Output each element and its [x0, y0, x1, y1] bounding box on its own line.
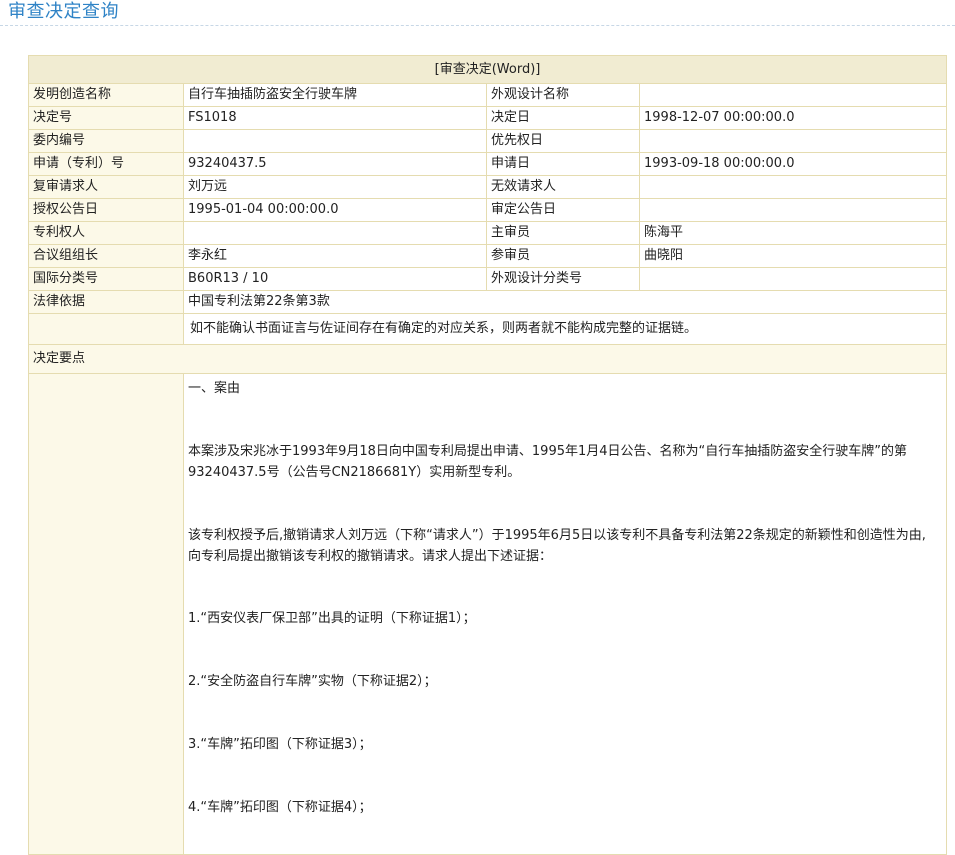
summary-row: 如不能确认书面证言与佐证间存在有确定的对应关系，则两者就不能构成完整的证据链。: [28, 313, 948, 345]
patentee-value: [183, 221, 487, 245]
internal-number-value: [183, 129, 487, 153]
chief-examiner-label: 主审员: [486, 221, 640, 245]
chief-examiner-value: 陈海平: [638, 221, 948, 245]
application-date-label: 申请日: [486, 152, 640, 176]
table-row: 决定号 FS1018 决定日 1998-12-07 00:00:00.0: [28, 106, 948, 130]
invalidation-requester-label: 无效请求人: [486, 175, 640, 199]
table-row: 发明创造名称 自行车抽插防盗安全行驶车牌 外观设计名称: [28, 83, 948, 107]
participating-examiner-label: 参审员: [486, 244, 640, 268]
grant-announcement-date-label: 授权公告日: [28, 198, 184, 222]
table-row: 申请（专利）号 93240437.5 申请日 1993-09-18 00:00:…: [28, 152, 948, 176]
priority-date-value: [638, 129, 948, 153]
priority-date-label: 优先权日: [486, 129, 640, 153]
design-classification-value: [638, 267, 948, 291]
evidence-item: 1.“西安仪表厂保卫部”出具的证明（下称证据1）；: [188, 611, 476, 626]
title-divider: [0, 25, 955, 26]
table-row: 专利权人 主审员 陈海平: [28, 221, 948, 245]
page-header: 审查决定查询: [0, 0, 955, 26]
page-title: 审查决定查询: [8, 1, 119, 22]
table-row: 复审请求人 刘万远 无效请求人: [28, 175, 948, 199]
application-number-value: 93240437.5: [183, 152, 487, 176]
grant-announcement-date-value: 1995-01-04 00:00:00.0: [183, 198, 487, 222]
table-row: 合议组组长 李永红 参审员 曲晓阳: [28, 244, 948, 268]
table-title-cell: [审查决定(Word)]: [27, 55, 948, 84]
table-row: 法律依据 中国专利法第22条第3款: [28, 290, 948, 314]
design-classification-label: 外观设计分类号: [486, 267, 640, 291]
ipc-value: B60R13 / 10: [183, 267, 487, 291]
download-word-link[interactable]: [审查决定(Word)]: [435, 62, 541, 77]
decision-number-value: FS1018: [183, 106, 487, 130]
body-label-cell: [28, 373, 184, 855]
table-row: 国际分类号 B60R13 / 10 外观设计分类号: [28, 267, 948, 291]
body-paragraph: 该专利权授予后,撤销请求人刘万远（下称“请求人”）于1995年6月5日以该专利不…: [188, 528, 926, 564]
decision-body-cell: 一、案由 本案涉及宋兆冰于1993年9月18日向中国专利局提出申请、1995年1…: [182, 373, 948, 855]
application-date-value: 1993-09-18 00:00:00.0: [638, 152, 948, 176]
examined-announcement-date-value: [638, 198, 948, 222]
examined-announcement-date-label: 审定公告日: [486, 198, 640, 222]
decision-summary: 如不能确认书面证言与佐证间存在有确定的对应关系，则两者就不能构成完整的证据链。: [190, 321, 698, 336]
body-paragraph: 一、案由: [188, 381, 241, 396]
design-name-label: 外观设计名称: [486, 83, 640, 107]
decision-detail-table: [审查决定(Word)] 发明创造名称 自行车抽插防盗安全行驶车牌 外观设计名称…: [27, 55, 948, 855]
summary-label-cell: [28, 313, 184, 345]
evidence-item: 3.“车牌”拓印图（下称证据3）；: [188, 737, 372, 752]
design-name-value: [638, 83, 948, 107]
decision-number-label: 决定号: [28, 106, 184, 130]
decision-date-label: 决定日: [486, 106, 640, 130]
participating-examiner-value: 曲晓阳: [638, 244, 948, 268]
legal-basis-label: 法律依据: [28, 290, 184, 314]
body-paragraph: 本案涉及宋兆冰于1993年9月18日向中国专利局提出申请、1995年1月4日公告…: [188, 444, 907, 480]
evidence-item: 4.“车牌”拓印图（下称证据4）；: [188, 800, 372, 815]
invention-name-value: 自行车抽插防盗安全行驶车牌: [183, 83, 487, 107]
summary-cell: 如不能确认书面证言与佐证间存在有确定的对应关系，则两者就不能构成完整的证据链。: [182, 313, 948, 345]
application-number-label: 申请（专利）号: [28, 152, 184, 176]
panel-leader-label: 合议组组长: [28, 244, 184, 268]
decision-body: 一、案由 本案涉及宋兆冰于1993年9月18日向中国专利局提出申请、1995年1…: [188, 375, 942, 819]
invalidation-requester-value: [638, 175, 948, 199]
points-header-row: 决定要点: [27, 344, 948, 374]
reexamination-requester-label: 复审请求人: [28, 175, 184, 199]
table-title-row: [审查决定(Word)]: [27, 55, 948, 84]
decision-points-label: 决定要点: [27, 344, 948, 374]
panel-leader-value: 李永红: [183, 244, 487, 268]
ipc-label: 国际分类号: [28, 267, 184, 291]
table-row: 授权公告日 1995-01-04 00:00:00.0 审定公告日: [28, 198, 948, 222]
patentee-label: 专利权人: [28, 221, 184, 245]
reexamination-requester-value: 刘万远: [183, 175, 487, 199]
internal-number-label: 委内编号: [28, 129, 184, 153]
decision-date-value: 1998-12-07 00:00:00.0: [638, 106, 948, 130]
decision-body-row: 一、案由 本案涉及宋兆冰于1993年9月18日向中国专利局提出申请、1995年1…: [28, 373, 948, 855]
table-row: 委内编号 优先权日: [28, 129, 948, 153]
legal-basis-value: 中国专利法第22条第3款: [182, 290, 948, 314]
evidence-item: 2.“安全防盗自行车牌”实物（下称证据2）；: [188, 674, 437, 689]
invention-name-label: 发明创造名称: [28, 83, 184, 107]
